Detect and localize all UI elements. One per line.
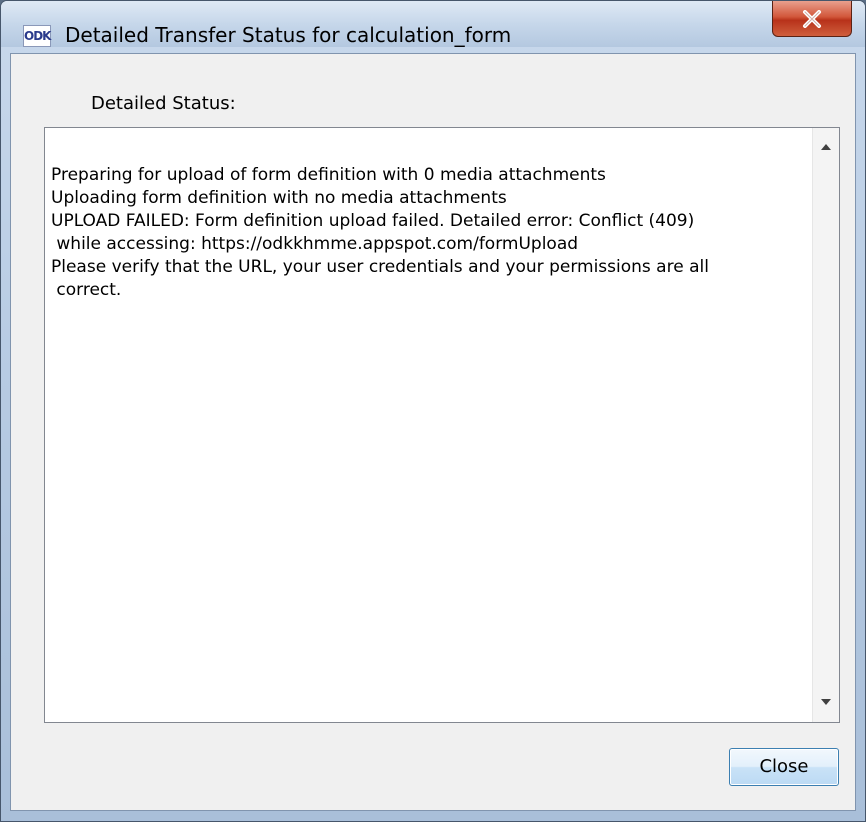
status-line: while accessing: https://odkkhmme.appspo… [51, 234, 579, 254]
detailed-status-label: Detailed Status: [91, 93, 236, 114]
scroll-down-button[interactable] [813, 690, 839, 716]
window-title: Detailed Transfer Status for calculation… [65, 23, 512, 47]
close-button[interactable]: Close [729, 748, 839, 786]
transfer-status-dialog: ODK Detailed Transfer Status for calcula… [0, 0, 866, 822]
status-text-content: Preparing for upload of form definition … [51, 164, 801, 302]
status-text-area[interactable]: Preparing for upload of form definition … [44, 127, 840, 723]
title-bar[interactable]: ODK Detailed Transfer Status for calcula… [1, 1, 865, 47]
status-line: Preparing for upload of form definition … [51, 165, 606, 185]
scroll-up-arrow-icon [821, 144, 831, 150]
status-line: Uploading form definition with no media … [51, 188, 507, 208]
vertical-scrollbar[interactable] [812, 128, 839, 722]
dialog-body: Detailed Status: Preparing for upload of… [10, 53, 856, 811]
close-icon [803, 10, 821, 28]
scroll-up-button[interactable] [813, 134, 839, 160]
odk-logo-icon: ODK [23, 25, 51, 47]
window-close-button[interactable] [772, 1, 852, 37]
status-line: correct. [51, 280, 122, 300]
scroll-down-arrow-icon [821, 699, 831, 705]
status-line: Please verify that the URL, your user cr… [51, 257, 709, 277]
status-line: UPLOAD FAILED: Form definition upload fa… [51, 211, 695, 231]
